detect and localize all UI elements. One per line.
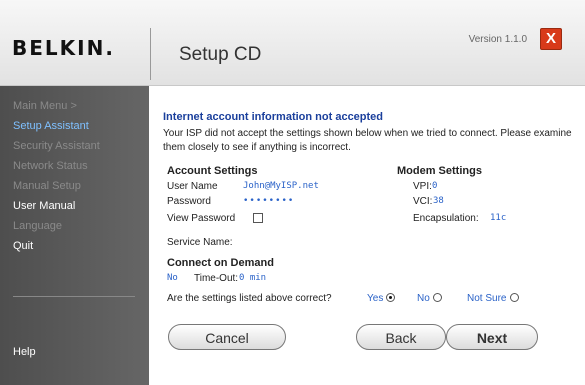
header: BELKIN. Setup CD Version 1.1.0 X <box>0 0 585 86</box>
error-heading: Internet account information not accepte… <box>163 111 384 123</box>
timeout-value: 0 min <box>239 273 267 283</box>
password-value: •••••••• <box>243 196 295 206</box>
cancel-button[interactable]: Cancel <box>168 324 286 350</box>
option-no-label[interactable]: No <box>417 293 430 304</box>
option-yes-label[interactable]: Yes <box>367 293 383 304</box>
version-label: Version 1.1.0 <box>468 34 527 45</box>
service-name-label: Service Name: <box>167 237 233 248</box>
option-not-sure-radio[interactable] <box>510 293 519 302</box>
sidebar-item-help[interactable]: Help <box>13 346 36 358</box>
modem-settings-heading: Modem Settings <box>397 165 482 177</box>
timeout-label: Time-Out: <box>194 273 239 284</box>
option-not-sure-label[interactable]: Not Sure <box>467 293 506 304</box>
sidebar-item-language[interactable]: Language <box>13 220 62 232</box>
account-settings-heading: Account Settings <box>167 165 258 177</box>
sidebar-item-main-menu[interactable]: Main Menu > <box>13 100 77 112</box>
encapsulation-label: Encapsulation: <box>413 213 479 224</box>
sidebar-item-user-manual[interactable]: User Manual <box>13 200 75 212</box>
view-password-checkbox[interactable] <box>253 213 263 223</box>
next-button[interactable]: Next <box>446 324 538 350</box>
header-divider <box>150 28 151 80</box>
connect-on-demand-heading: Connect on Demand <box>167 257 274 269</box>
option-no-radio[interactable] <box>433 293 442 302</box>
confirm-question: Are the settings listed above correct? <box>167 293 332 304</box>
username-value: John@MyISP.net <box>243 181 319 191</box>
belkin-logo: BELKIN. <box>12 36 115 60</box>
encapsulation-value: 11c <box>490 213 507 223</box>
page-title: Setup CD <box>179 44 262 65</box>
option-yes-radio[interactable] <box>386 293 395 302</box>
vpi-value: 0 <box>432 181 438 191</box>
sidebar-divider <box>13 296 135 297</box>
vci-value: 38 <box>433 196 444 206</box>
view-password-label: View Password <box>167 213 236 224</box>
sidebar-item-network-status[interactable]: Network Status <box>13 160 88 172</box>
close-icon[interactable]: X <box>540 28 562 50</box>
vpi-label: VPI: <box>413 181 432 192</box>
connect-on-demand-value: No <box>167 273 178 283</box>
sidebar-item-manual-setup[interactable]: Manual Setup <box>13 180 81 192</box>
sidebar-item-setup-assistant[interactable]: Setup Assistant <box>13 120 89 132</box>
sidebar-item-quit[interactable]: Quit <box>13 240 33 252</box>
vci-label: VCI: <box>413 196 433 207</box>
error-message-line2: them closely to see if anything is incor… <box>163 142 351 153</box>
username-label: User Name <box>167 181 218 192</box>
password-label: Password <box>167 196 211 207</box>
back-button[interactable]: Back <box>356 324 446 350</box>
sidebar-item-security-assistant[interactable]: Security Assistant <box>13 140 100 152</box>
error-message-line1: Your ISP did not accept the settings sho… <box>163 128 572 139</box>
